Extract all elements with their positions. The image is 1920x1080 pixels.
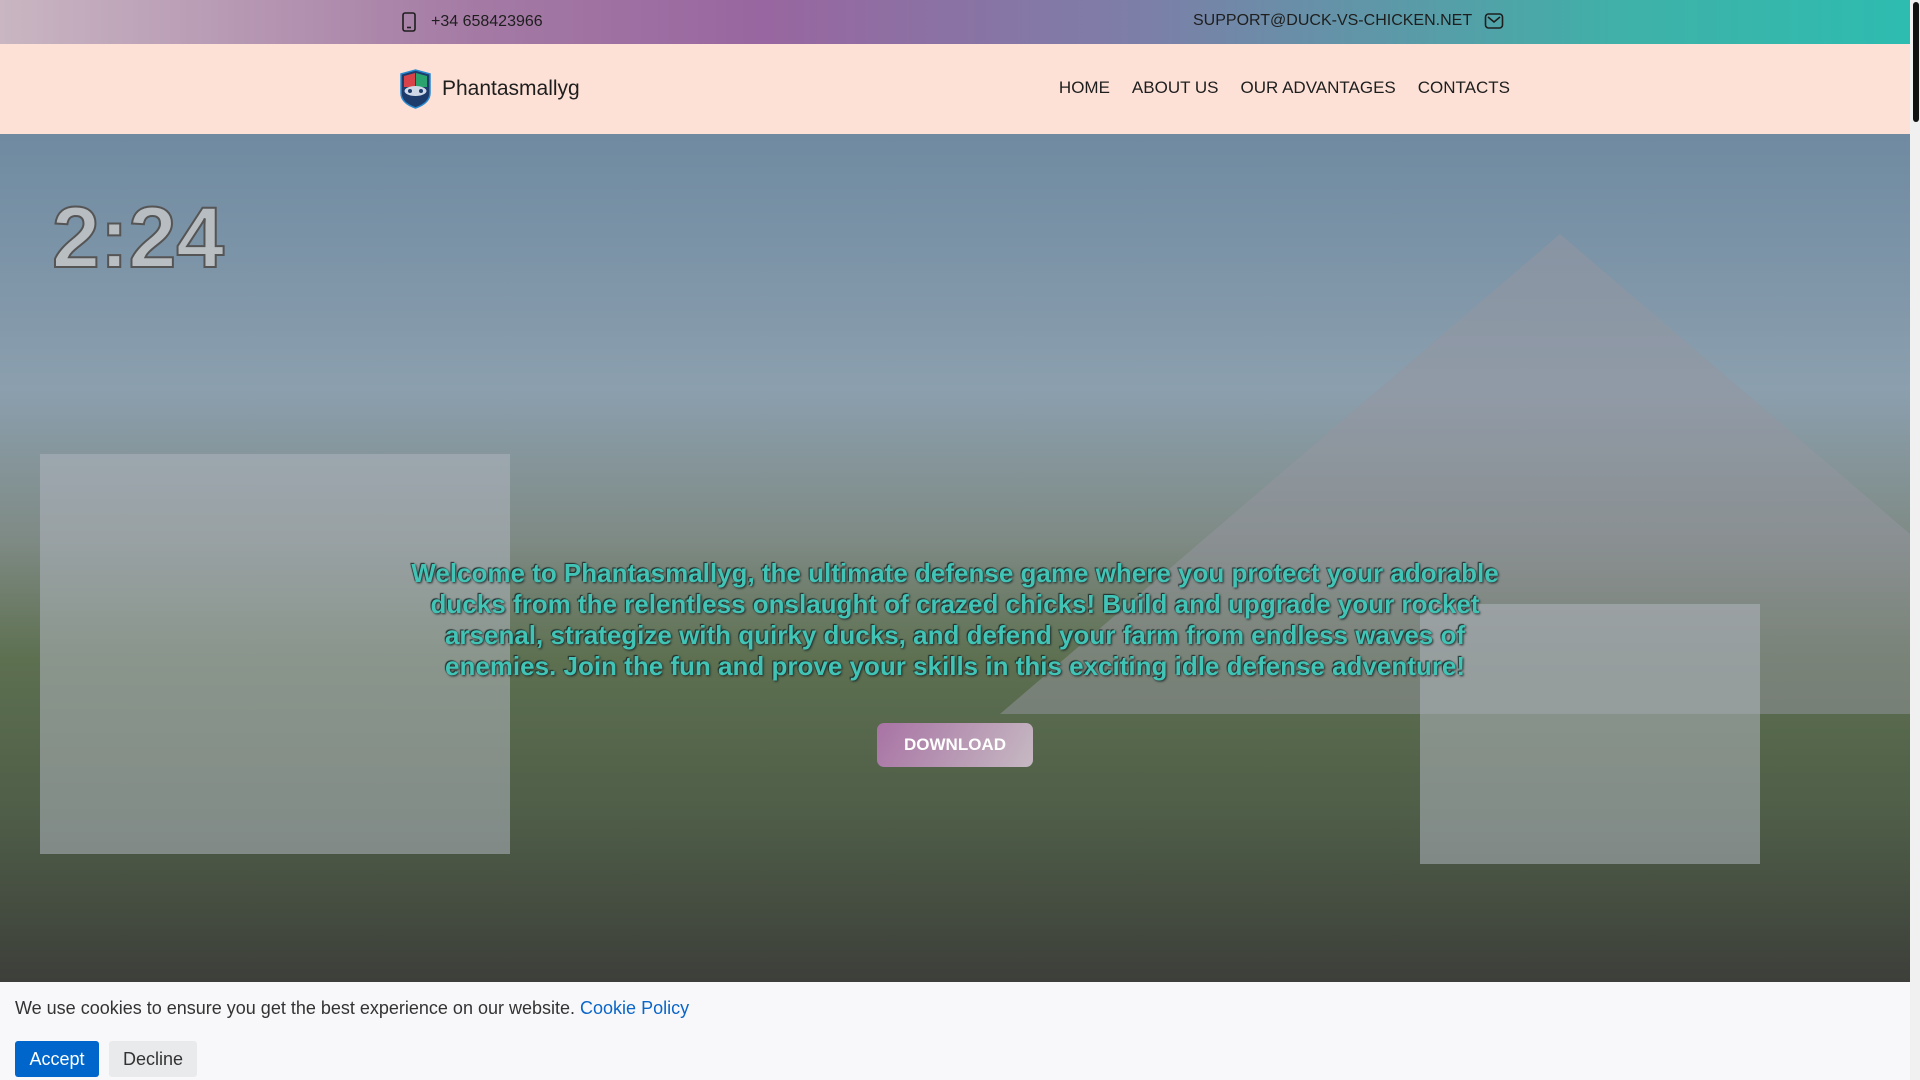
- cookie-message-line: We use cookies to ensure you get the bes…: [15, 998, 689, 1019]
- download-button[interactable]: DOWNLOAD: [877, 723, 1033, 767]
- hero-description: Welcome to Phantasmallyg, the ultimate d…: [411, 558, 1499, 681]
- decline-cookies-button[interactable]: Decline: [109, 1041, 197, 1077]
- brand-logo-link[interactable]: Phantasmallyg: [399, 69, 580, 109]
- email-contact[interactable]: SUPPORT@DUCK-VS-CHICKEN.NET: [1193, 12, 1504, 30]
- gamepad-shield-logo-icon: [400, 69, 431, 109]
- game-timer: 2:24: [51, 189, 225, 287]
- brand-name: Phantasmallyg: [442, 77, 580, 100]
- nav-about-us[interactable]: ABOUT US: [1132, 78, 1219, 98]
- top-bar: +34 658423966 SUPPORT@DUCK-VS-CHICKEN.NE…: [0, 0, 1910, 44]
- cookie-policy-link[interactable]: Cookie Policy: [580, 998, 689, 1018]
- scrollbar-thumb[interactable]: [1913, 2, 1919, 122]
- nav-home[interactable]: HOME: [1059, 78, 1110, 98]
- cookie-message: We use cookies to ensure you get the bes…: [15, 998, 576, 1018]
- mail-icon: [1484, 13, 1504, 29]
- cookie-banner: We use cookies to ensure you get the bes…: [0, 982, 1910, 1080]
- phone-icon: [402, 12, 416, 32]
- hero-section: 2:24 Welcome to Phantasmallyg, the ultim…: [0, 134, 1910, 982]
- nav-contacts[interactable]: CONTACTS: [1418, 78, 1510, 98]
- phone-number: +34 658423966: [431, 13, 543, 30]
- nav-our-advantages[interactable]: OUR ADVANTAGES: [1241, 78, 1396, 98]
- accept-cookies-button[interactable]: Accept: [15, 1041, 99, 1077]
- main-nav: HOME ABOUT US OUR ADVANTAGES CONTACTS: [1059, 78, 1510, 98]
- email-address: SUPPORT@DUCK-VS-CHICKEN.NET: [1193, 12, 1473, 29]
- site-header: Phantasmallyg HOME ABOUT US OUR ADVANTAG…: [0, 44, 1910, 134]
- scrollbar[interactable]: [1910, 0, 1920, 1080]
- phone-contact[interactable]: +34 658423966: [401, 12, 543, 32]
